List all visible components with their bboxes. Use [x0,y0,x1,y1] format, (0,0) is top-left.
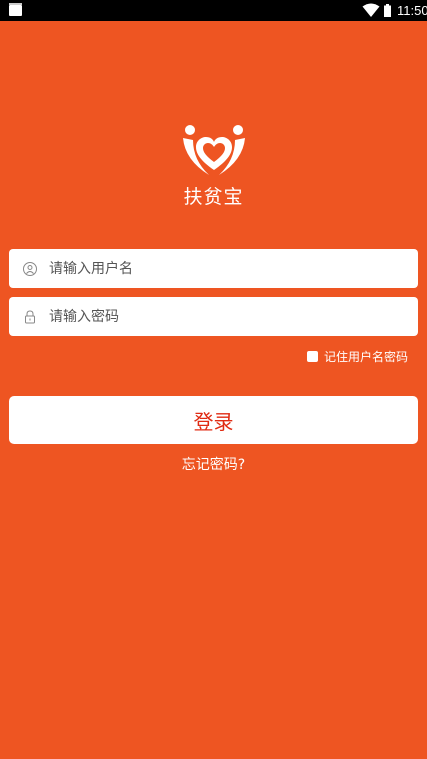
heart-hands-logo-icon [182,125,245,175]
username-input[interactable] [49,249,409,288]
status-bar: 11:50 [0,0,427,21]
user-icon [23,262,37,276]
brand-logo: 扶贫宝 [0,120,427,208]
status-time: 11:50 [397,3,427,18]
remember-label: 记住用户名密码 [324,349,409,364]
brand-name: 扶贫宝 [183,186,244,208]
password-input[interactable] [49,297,409,336]
username-field[interactable] [9,249,418,288]
lock-icon [25,310,35,324]
login-button[interactable]: 登录 [9,396,418,444]
battery-icon [384,4,391,17]
checkbox-box[interactable] [307,350,318,362]
password-field[interactable] [9,297,418,336]
forgot-password-link[interactable]: 忘记密码? [0,456,427,474]
notification-icon [9,3,22,16]
remember-checkbox[interactable]: 记住用户名密码 [307,348,408,364]
wifi-icon [362,3,380,17]
